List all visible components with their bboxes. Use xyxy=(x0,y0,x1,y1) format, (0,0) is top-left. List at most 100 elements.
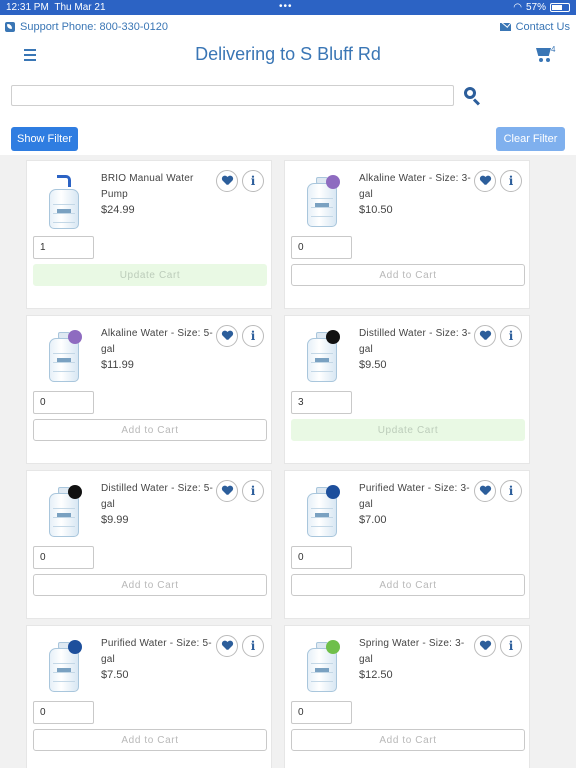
info-icon: i xyxy=(508,174,514,188)
product-badge-icon xyxy=(326,485,340,499)
contact-us-link[interactable]: Contact Us xyxy=(499,21,570,33)
add-to-cart-button[interactable]: Add to Cart xyxy=(291,729,525,751)
info-button[interactable]: i xyxy=(500,170,522,192)
favorite-button[interactable] xyxy=(216,635,238,657)
show-filter-button[interactable]: Show Filter xyxy=(11,127,78,151)
info-icon: i xyxy=(508,329,514,343)
favorite-button[interactable] xyxy=(474,480,496,502)
cart-button[interactable]: 4 xyxy=(536,45,558,64)
quantity-input[interactable] xyxy=(291,391,352,414)
add-to-cart-button[interactable]: Add to Cart xyxy=(291,264,525,286)
water-bottle-image xyxy=(41,640,87,698)
add-to-cart-button[interactable]: Add to Cart xyxy=(291,574,525,596)
quantity-input[interactable] xyxy=(33,546,94,569)
product-card: Distilled Water - Size: 5-gal $9.99 i Ad… xyxy=(26,470,272,619)
water-bottle-image xyxy=(299,640,345,698)
product-name: Distilled Water - Size: 3-gal xyxy=(359,328,472,355)
product-card: Distilled Water - Size: 3-gal $9.50 i Up… xyxy=(284,315,530,464)
product-name: Purified Water - Size: 5-gal xyxy=(101,638,212,665)
multitask-dots-icon[interactable]: ••• xyxy=(279,1,293,12)
info-button[interactable]: i xyxy=(242,325,264,347)
product-card: Purified Water - Size: 5-gal $7.50 i Add… xyxy=(26,625,272,768)
product-price: $11.99 xyxy=(101,359,134,371)
product-badge-icon xyxy=(326,175,340,189)
cart-wheel xyxy=(546,58,550,62)
page-title: Delivering to S Bluff Rd xyxy=(195,44,381,64)
add-to-cart-button[interactable]: Add to Cart xyxy=(33,419,267,441)
product-name: Alkaline Water - Size: 5-gal xyxy=(101,328,213,355)
info-icon: i xyxy=(250,639,256,653)
quantity-input[interactable] xyxy=(33,391,94,414)
favorite-button[interactable] xyxy=(216,325,238,347)
heart-icon xyxy=(222,486,233,497)
info-button[interactable]: i xyxy=(242,170,264,192)
product-card: Purified Water - Size: 3-gal $7.00 i Add… xyxy=(284,470,530,619)
water-bottle-image xyxy=(299,330,345,388)
product-card: Alkaline Water - Size: 5-gal $11.99 i Ad… xyxy=(26,315,272,464)
info-button[interactable]: i xyxy=(500,325,522,347)
pump-image xyxy=(41,175,87,233)
heart-icon xyxy=(480,486,491,497)
product-price: $7.50 xyxy=(101,669,129,681)
product-grid: BRIO Manual Water Pump $24.99 i Update C… xyxy=(0,155,576,768)
product-card: BRIO Manual Water Pump $24.99 i Update C… xyxy=(26,160,272,309)
info-icon: i xyxy=(250,329,256,343)
phone-icon xyxy=(5,22,15,32)
info-button[interactable]: i xyxy=(500,480,522,502)
product-badge-icon xyxy=(326,330,340,344)
heart-icon xyxy=(222,176,233,187)
cart-icon xyxy=(536,48,551,56)
product-price: $12.50 xyxy=(359,669,393,681)
favorite-button[interactable] xyxy=(216,480,238,502)
product-price: $24.99 xyxy=(101,204,135,216)
clear-filter-button[interactable]: Clear Filter xyxy=(496,127,565,151)
favorite-button[interactable] xyxy=(474,325,496,347)
favorite-button[interactable] xyxy=(474,635,496,657)
search-icon xyxy=(464,87,476,99)
info-button[interactable]: i xyxy=(500,635,522,657)
quantity-input[interactable] xyxy=(291,701,352,724)
product-name: Distilled Water - Size: 5-gal xyxy=(101,483,214,510)
product-name: Spring Water - Size: 3-gal xyxy=(359,638,465,665)
info-button[interactable]: i xyxy=(242,635,264,657)
info-icon: i xyxy=(250,174,256,188)
heart-icon xyxy=(480,176,491,187)
product-card: Spring Water - Size: 3-gal $12.50 i Add … xyxy=(284,625,530,768)
quantity-input[interactable] xyxy=(33,236,94,259)
product-badge-icon xyxy=(68,330,82,344)
add-to-cart-button[interactable]: Add to Cart xyxy=(33,574,267,596)
update-cart-button[interactable]: Update Cart xyxy=(33,264,267,286)
product-badge-icon xyxy=(68,485,82,499)
info-button[interactable]: i xyxy=(242,480,264,502)
water-bottle-image xyxy=(299,485,345,543)
heart-icon xyxy=(480,331,491,342)
product-badge-icon xyxy=(326,640,340,654)
heart-icon xyxy=(222,331,233,342)
status-time: 12:31 PM Thu Mar 21 xyxy=(6,2,106,13)
heart-icon xyxy=(222,641,233,652)
quantity-input[interactable] xyxy=(33,701,94,724)
info-icon: i xyxy=(508,484,514,498)
product-badge-icon xyxy=(68,640,82,654)
quantity-input[interactable] xyxy=(291,236,352,259)
product-price: $7.00 xyxy=(359,514,387,526)
quantity-input[interactable] xyxy=(291,546,352,569)
product-price: $9.99 xyxy=(101,514,129,526)
contact-us-text: Contact Us xyxy=(515,21,570,33)
support-phone-link[interactable]: Support Phone: 800-330-0120 xyxy=(5,21,168,33)
add-to-cart-button[interactable]: Add to Cart xyxy=(33,729,267,751)
search-input[interactable] xyxy=(11,85,454,106)
favorite-button[interactable] xyxy=(474,170,496,192)
product-price: $10.50 xyxy=(359,204,393,216)
header: Delivering to S Bluff Rd 4 xyxy=(0,40,576,70)
envelope-icon xyxy=(499,23,511,31)
battery-percent: 57% xyxy=(525,2,546,13)
cart-count-badge: 4 xyxy=(551,45,556,54)
update-cart-button[interactable]: Update Cart xyxy=(291,419,525,441)
favorite-button[interactable] xyxy=(216,170,238,192)
product-price: $9.50 xyxy=(359,359,387,371)
search-button[interactable] xyxy=(462,86,482,106)
product-name: Alkaline Water - Size: 3-gal xyxy=(359,173,471,200)
product-card: Alkaline Water - Size: 3-gal $10.50 i Ad… xyxy=(284,160,530,309)
wifi-icon: ◠ xyxy=(513,2,522,13)
